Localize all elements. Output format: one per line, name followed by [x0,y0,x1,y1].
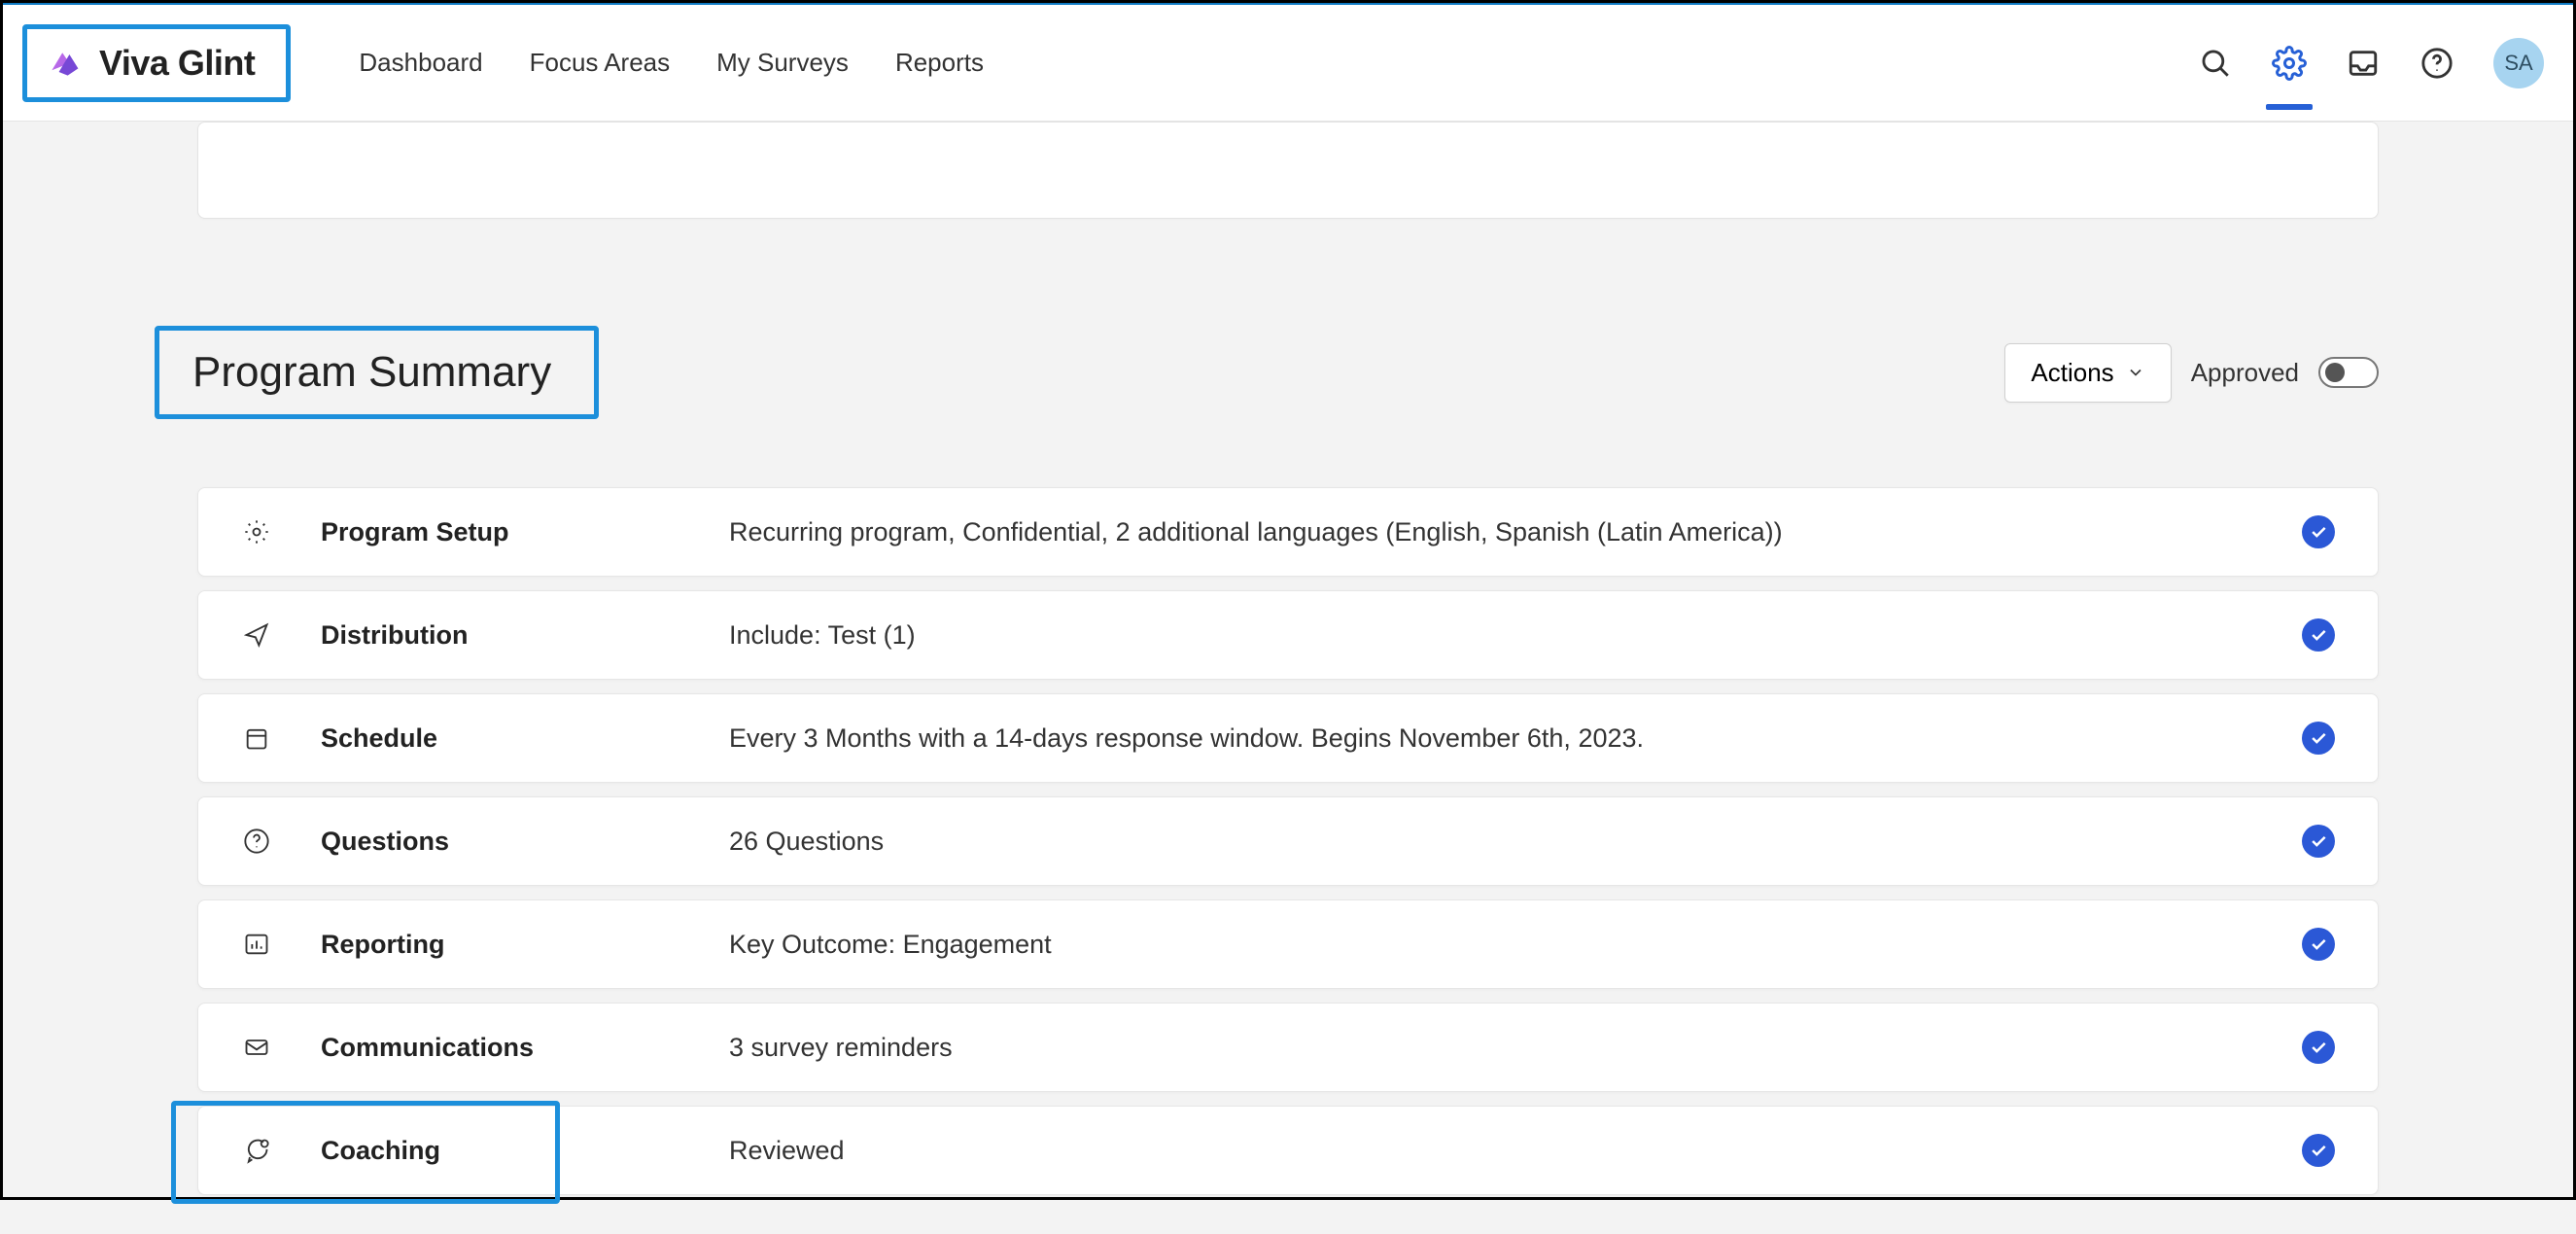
row-reporting[interactable]: Reporting Key Outcome: Engagement [197,899,2379,989]
preceding-card-placeholder [197,122,2379,219]
row-desc: 3 survey reminders [729,1033,2302,1063]
row-desc: Recurring program, Confidential, 2 addit… [729,517,2302,547]
approved-toggle[interactable] [2318,357,2379,388]
actions-button-label: Actions [2031,358,2113,388]
help-icon[interactable] [2419,46,2454,81]
check-icon [2302,618,2335,652]
row-desc: 26 Questions [729,827,2302,857]
row-title: Communications [321,1033,729,1063]
page-content: Program Summary Actions Approved Program… [3,122,2573,1234]
row-desc: Key Outcome: Engagement [729,930,2302,960]
summary-header: Program Summary Actions Approved [197,326,2379,419]
row-schedule[interactable]: Schedule Every 3 Months with a 14-days r… [197,693,2379,783]
send-icon [241,619,272,651]
check-icon [2302,515,2335,548]
row-title: Schedule [321,723,729,754]
row-communications[interactable]: Communications 3 survey reminders [197,1003,2379,1092]
section-title: Program Summary [192,348,551,397]
row-title: Reporting [321,930,729,960]
row-coaching[interactable]: Coaching Reviewed [197,1106,2379,1195]
brand-name: Viva Glint [99,43,255,84]
nav-dashboard[interactable]: Dashboard [359,48,482,78]
check-icon [2302,1031,2335,1064]
mail-icon [241,1032,272,1063]
calendar-icon [241,723,272,754]
settings-icon[interactable] [2272,46,2307,81]
app-header: Viva Glint Dashboard Focus Areas My Surv… [3,5,2573,122]
avatar[interactable]: SA [2493,38,2544,88]
check-icon [2302,825,2335,858]
nav-my-surveys[interactable]: My Surveys [716,48,849,78]
nav-reports[interactable]: Reports [895,48,984,78]
actions-dropdown-button[interactable]: Actions [2004,343,2171,403]
row-desc: Include: Test (1) [729,620,2302,651]
row-questions[interactable]: Questions 26 Questions [197,796,2379,886]
summary-title-highlight-box: Program Summary [155,326,599,419]
check-icon [2302,722,2335,755]
row-title: Coaching [321,1136,729,1166]
check-icon [2302,928,2335,961]
summary-header-actions: Actions Approved [2004,343,2379,403]
row-desc: Every 3 Months with a 14-days response w… [729,723,2302,754]
chevron-down-icon [2126,363,2145,382]
gear-icon [241,516,272,547]
chart-icon [241,929,272,960]
row-title: Distribution [321,620,729,651]
viva-glint-logo-icon [47,46,82,81]
check-icon [2302,1134,2335,1167]
brand-highlight-box: Viva Glint [22,24,291,102]
approved-label: Approved [2191,358,2299,388]
row-distribution[interactable]: Distribution Include: Test (1) [197,590,2379,680]
row-title: Program Setup [321,517,729,547]
top-nav: Dashboard Focus Areas My Surveys Reports [359,48,984,78]
nav-focus-areas[interactable]: Focus Areas [530,48,671,78]
header-icon-group: SA [2198,38,2544,88]
chat-icon [241,1135,272,1166]
row-title: Questions [321,827,729,857]
row-desc: Reviewed [729,1136,2302,1166]
inbox-icon[interactable] [2346,46,2381,81]
search-icon[interactable] [2198,46,2233,81]
row-program-setup[interactable]: Program Setup Recurring program, Confide… [197,487,2379,577]
summary-rows: Program Setup Recurring program, Confide… [197,487,2379,1195]
question-icon [241,826,272,857]
